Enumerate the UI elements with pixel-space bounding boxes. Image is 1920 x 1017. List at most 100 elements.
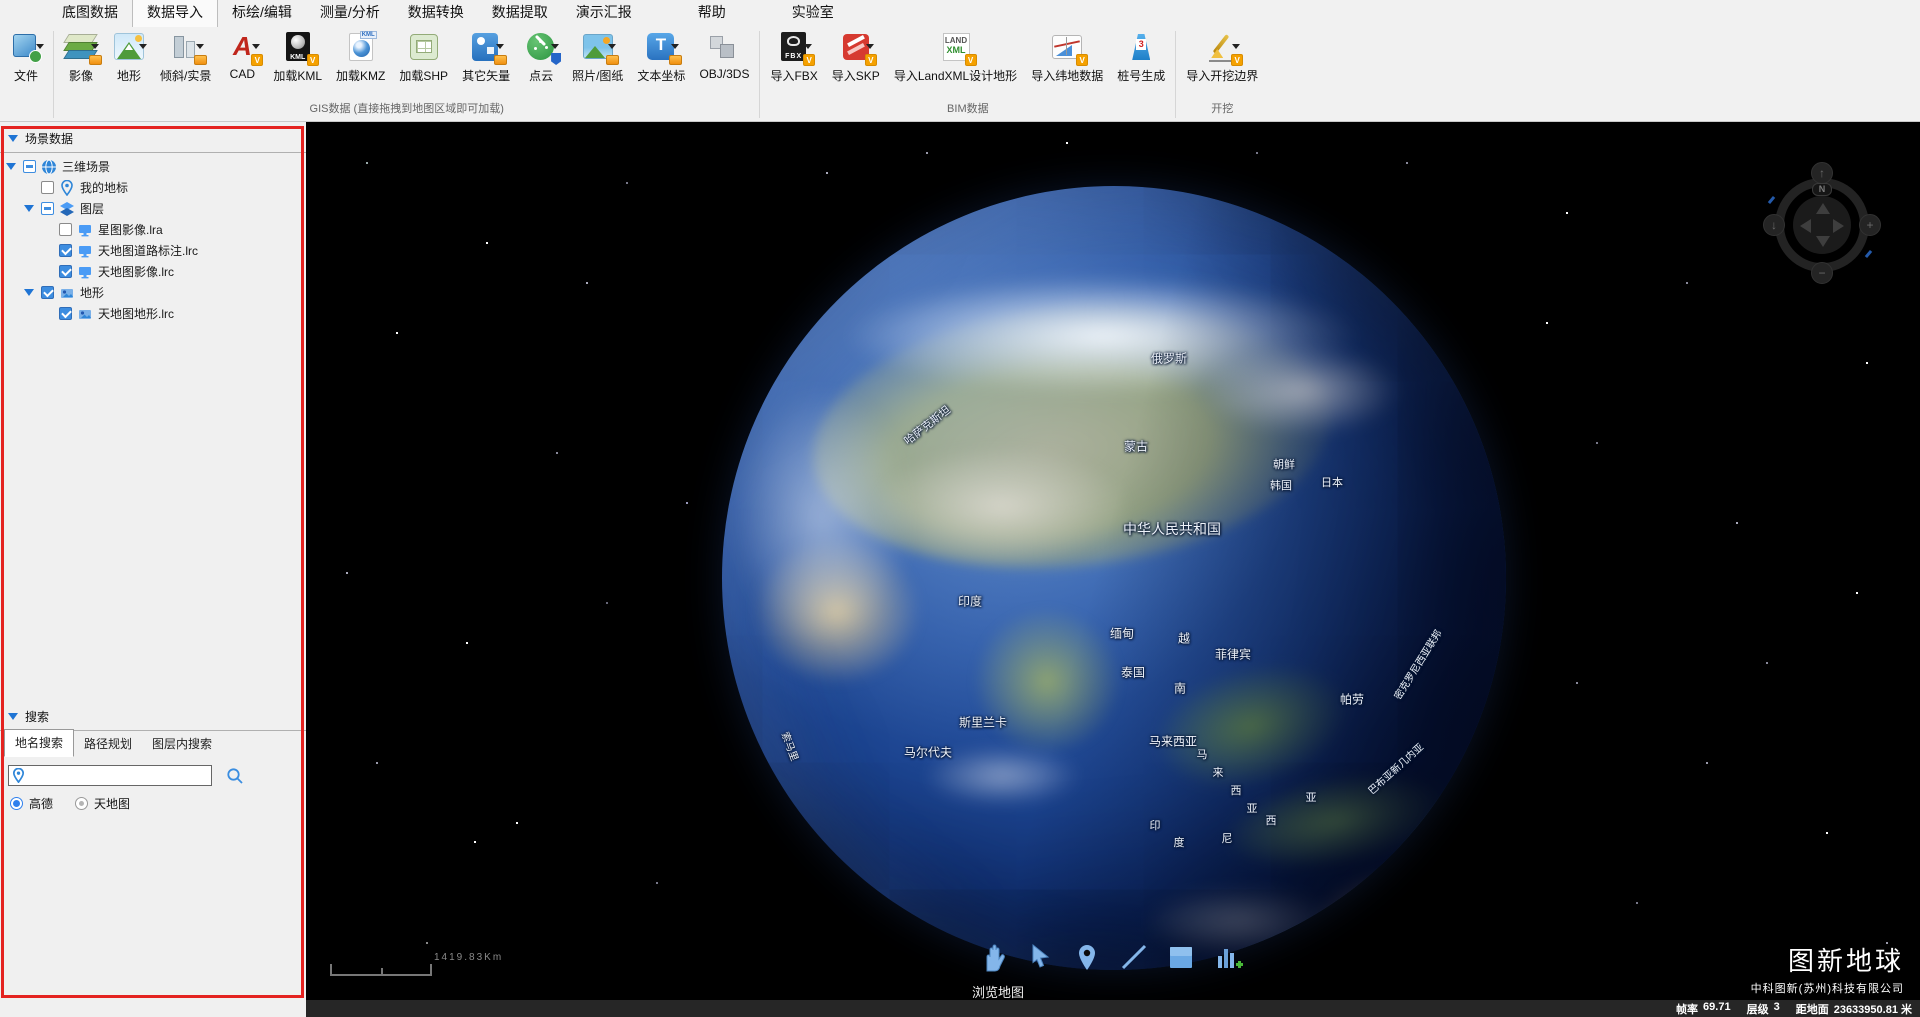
checkbox-partial[interactable] bbox=[41, 202, 54, 215]
select-cursor-tool[interactable] bbox=[1025, 942, 1055, 972]
group-label-gis: GIS数据 (直接拖拽到地图区域即可加载) bbox=[55, 100, 758, 120]
tree-row-my-placemarks[interactable]: 我的地标 bbox=[0, 177, 306, 198]
map-viewport[interactable]: 俄罗斯哈萨克斯坦蒙古朝鲜韩国日本中华人民共和国印度缅甸泰国越南菲律宾斯里兰卡马尔… bbox=[306, 122, 1920, 1000]
ribbon-group-bim: FBXV 导入FBX V 导入SKP LANDXMLV 导入LandXML设计地… bbox=[761, 27, 1174, 122]
search-input[interactable] bbox=[8, 765, 212, 786]
tree-row-tianditu-imagery[interactable]: 天地图影像.lrc bbox=[0, 261, 306, 282]
ribbon-button-import-fbx[interactable]: FBXV 导入FBX bbox=[763, 28, 824, 85]
tree-row-terrain[interactable]: 地形 bbox=[0, 282, 306, 303]
ribbon-button-load-kmz[interactable]: KML 加载KMZ bbox=[329, 28, 392, 85]
tab-route-planning[interactable]: 路径规划 bbox=[74, 731, 142, 757]
pan-down-arrow-icon bbox=[1816, 236, 1830, 247]
scene-panel-header[interactable]: 场景数据 bbox=[0, 122, 306, 152]
pan-left-arrow-icon bbox=[1800, 219, 1811, 233]
monitor-icon bbox=[77, 243, 93, 259]
checkbox-on[interactable] bbox=[59, 244, 72, 257]
folder-badge-icon bbox=[194, 55, 207, 65]
search-icon[interactable] bbox=[226, 767, 244, 785]
tab-presentation[interactable]: 演示汇报 bbox=[562, 0, 646, 27]
ribbon-button-obj3ds[interactable]: OBJ/3DS bbox=[692, 28, 756, 82]
file-button[interactable]: 文件 bbox=[2, 28, 50, 85]
ribbon-button-text-coord[interactable]: T 文本坐标 bbox=[630, 28, 692, 85]
earth-globe[interactable] bbox=[722, 186, 1506, 970]
pan-hand-tool[interactable] bbox=[978, 942, 1008, 972]
ribbon-button-import-weidi[interactable]: V 导入纬地数据 bbox=[1024, 28, 1110, 85]
tab-plot-edit[interactable]: 标绘/编辑 bbox=[218, 0, 306, 27]
text-coordinate-icon: T bbox=[644, 31, 678, 63]
ribbon-toolbar: 文件 影像 地形 倾 bbox=[0, 27, 1920, 122]
ribbon-button-terrain[interactable]: 地形 bbox=[105, 28, 153, 85]
group-label-bim: BIM数据 bbox=[761, 100, 1174, 120]
ribbon-button-import-skp[interactable]: V 导入SKP bbox=[825, 28, 887, 85]
collapse-triangle-icon bbox=[8, 713, 18, 720]
radio-tianditu[interactable]: 天地图 bbox=[75, 795, 130, 812]
ribbon-button-photo[interactable]: 照片/图纸 bbox=[565, 28, 630, 85]
ribbon-button-point-cloud[interactable]: 点云 bbox=[517, 28, 565, 85]
tree-row-3d-scene[interactable]: 三维场景 bbox=[0, 156, 306, 177]
search-panel-title: 搜索 bbox=[25, 708, 49, 725]
dropdown-caret-icon bbox=[608, 44, 616, 49]
terrain-mountain-icon bbox=[112, 31, 146, 63]
expand-arrow-icon[interactable] bbox=[24, 289, 34, 296]
compass-north-button[interactable]: N bbox=[1812, 183, 1832, 196]
dropdown-caret-icon bbox=[804, 44, 812, 49]
tilt-down-button[interactable]: ↓ bbox=[1763, 214, 1785, 236]
radio-gaode[interactable]: 高德 bbox=[10, 795, 53, 812]
draw-line-tool[interactable] bbox=[1119, 942, 1149, 972]
tab-measure-analysis[interactable]: 测量/分析 bbox=[306, 0, 394, 27]
kml-file-icon: KMLV bbox=[281, 31, 315, 63]
tab-data-import[interactable]: 数据导入 bbox=[132, 0, 218, 27]
tab-data-convert[interactable]: 数据转换 bbox=[394, 0, 478, 27]
expand-arrow-icon[interactable] bbox=[6, 163, 16, 170]
ribbon-button-pile-number[interactable]: 3 桩号生成 bbox=[1110, 28, 1172, 85]
collapse-triangle-icon bbox=[8, 135, 18, 142]
checkbox-on[interactable] bbox=[41, 286, 54, 299]
tilt-up-button[interactable]: ↑ bbox=[1811, 162, 1833, 184]
compass-pan-control[interactable] bbox=[1793, 196, 1851, 254]
ribbon-button-cad[interactable]: AV CAD bbox=[218, 28, 266, 82]
ribbon-button-load-kml[interactable]: KMLV 加载KML bbox=[266, 28, 329, 85]
weidi-road-icon: V bbox=[1050, 31, 1084, 63]
placemark-tool[interactable] bbox=[1072, 942, 1102, 972]
checkbox-off[interactable] bbox=[59, 223, 72, 236]
ribbon-button-load-shp[interactable]: 加载SHP bbox=[392, 28, 455, 85]
tab-help[interactable]: 帮助 bbox=[684, 0, 740, 27]
tab-place-search[interactable]: 地名搜索 bbox=[4, 729, 74, 757]
dropdown-caret-icon bbox=[91, 44, 99, 49]
tree-row-tianditu-terrain[interactable]: 天地图地形.lrc bbox=[0, 303, 306, 324]
tab-lab[interactable]: 实验室 bbox=[778, 0, 848, 27]
expand-arrow-icon[interactable] bbox=[24, 205, 34, 212]
zoom-in-button[interactable]: + bbox=[1859, 214, 1881, 236]
tree-row-layers[interactable]: 图层 bbox=[0, 198, 306, 219]
checkbox-on[interactable] bbox=[59, 307, 72, 320]
ribbon-button-import-landxml[interactable]: LANDXMLV 导入LandXML设计地形 bbox=[887, 28, 1024, 85]
ribbon-group-excavation: V 导入开挖边界 开挖 bbox=[1177, 27, 1267, 122]
tab-base-data[interactable]: 底图数据 bbox=[48, 0, 132, 27]
zoom-out-button[interactable]: − bbox=[1811, 262, 1833, 284]
shield-badge-icon bbox=[551, 53, 561, 65]
draw-rectangle-tool[interactable] bbox=[1166, 942, 1196, 972]
dropdown-caret-icon bbox=[196, 44, 204, 49]
tab-layer-search[interactable]: 图层内搜索 bbox=[142, 731, 222, 757]
ribbon-button-oblique[interactable]: 倾斜/实景 bbox=[153, 28, 218, 85]
search-panel-header[interactable]: 搜索 bbox=[0, 700, 306, 730]
map-toolbar bbox=[978, 942, 1243, 972]
ribbon: 底图数据 数据导入 标绘/编辑 测量/分析 数据转换 数据提取 演示汇报 帮助 … bbox=[0, 0, 1920, 122]
buildings-icon bbox=[169, 31, 203, 63]
chart-analysis-tool[interactable] bbox=[1213, 942, 1243, 972]
ribbon-button-imagery[interactable]: 影像 bbox=[57, 28, 105, 85]
v-badge-icon: V bbox=[1076, 54, 1088, 66]
ribbon-button-import-excavation[interactable]: V 导入开挖边界 bbox=[1179, 28, 1265, 85]
checkbox-on[interactable] bbox=[59, 265, 72, 278]
kmz-globe-icon: KML bbox=[344, 31, 378, 63]
obj-3ds-cubes-icon bbox=[707, 31, 741, 63]
ribbon-button-other-vector[interactable]: 其它矢量 bbox=[455, 28, 517, 85]
tree-row-star-imagery[interactable]: 星图影像.lra bbox=[0, 219, 306, 240]
checkbox-off[interactable] bbox=[41, 181, 54, 194]
ribbon-group-file: 文件 bbox=[0, 27, 52, 122]
checkbox-partial[interactable] bbox=[23, 160, 36, 173]
pile-cone-icon: 3 bbox=[1124, 31, 1158, 63]
file-button-label: 文件 bbox=[14, 67, 38, 84]
tree-row-tianditu-roads[interactable]: 天地图道路标注.lrc bbox=[0, 240, 306, 261]
tab-data-extract[interactable]: 数据提取 bbox=[478, 0, 562, 27]
